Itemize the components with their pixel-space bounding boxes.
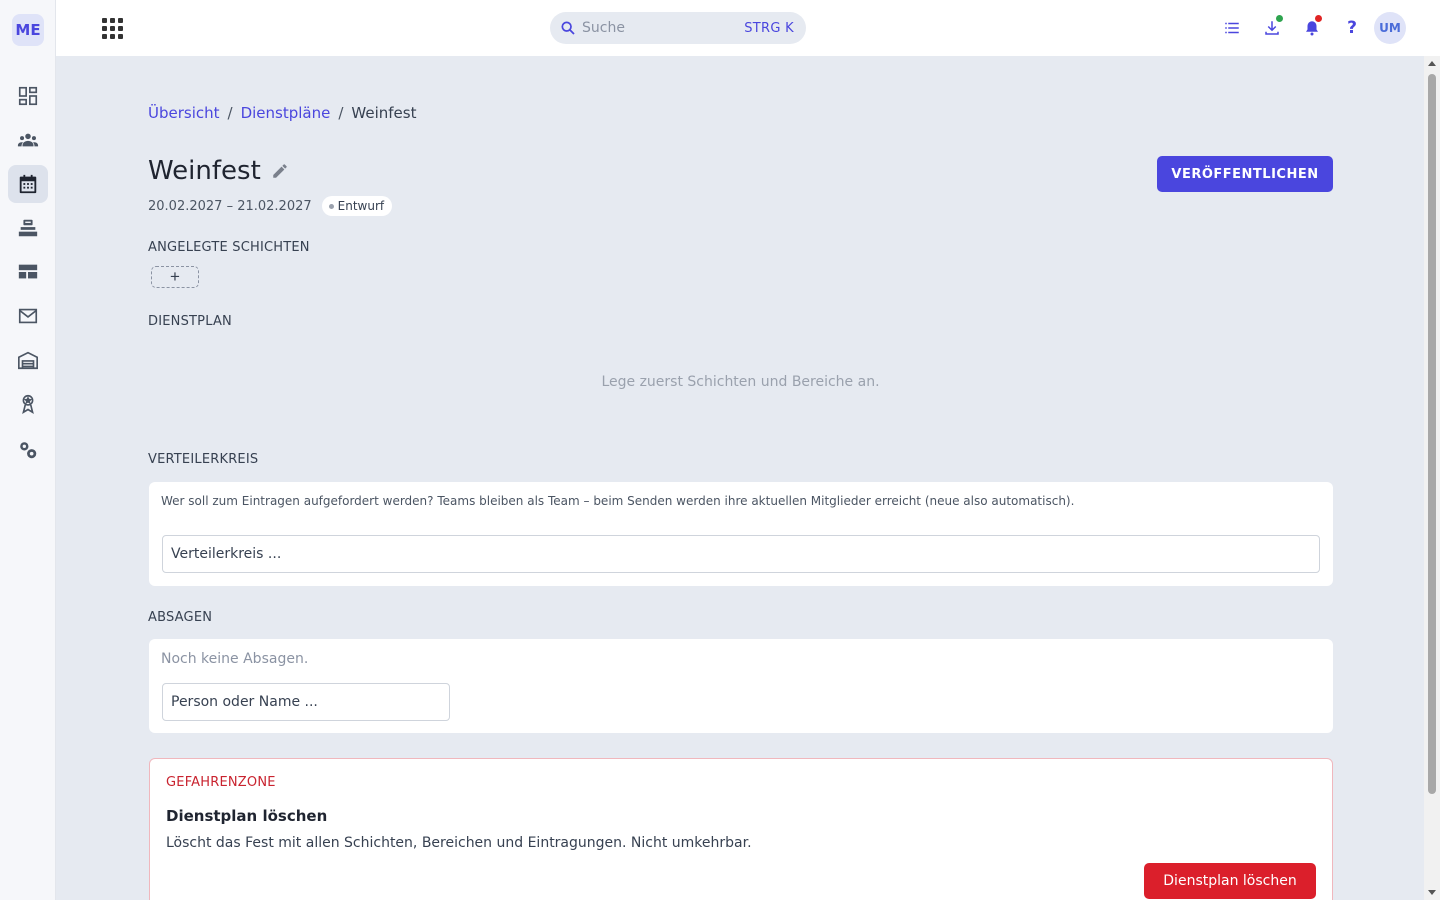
notification-dot <box>1315 15 1322 22</box>
edit-pencil-icon[interactable] <box>271 162 289 180</box>
page-title: Weinfest <box>148 156 261 186</box>
list-icon <box>1225 22 1239 34</box>
dashboard-icon <box>18 86 38 106</box>
avatar[interactable]: UM <box>1374 12 1406 44</box>
status-dot <box>1276 15 1283 22</box>
roster-section-title: DIENSTPLAN <box>148 314 232 329</box>
nav-awards[interactable] <box>8 385 48 423</box>
warehouse-icon <box>18 351 38 370</box>
nav-people[interactable] <box>8 121 48 159</box>
nav-warehouse[interactable] <box>8 341 48 379</box>
delete-roster-button[interactable]: Dienstplan löschen <box>1144 863 1316 899</box>
nav-inventory[interactable] <box>8 209 48 247</box>
status-dot <box>328 203 334 209</box>
add-shift-button[interactable]: + <box>151 266 199 288</box>
task-list-button[interactable] <box>1220 16 1244 40</box>
danger-zone-description: Löscht das Fest mit allen Schichten, Ber… <box>166 835 752 851</box>
nav-mail[interactable] <box>8 297 48 335</box>
notifications-button[interactable] <box>1300 15 1324 40</box>
breadcrumb: Übersicht / Dienstpläne / Weinfest <box>148 104 416 122</box>
mail-icon <box>18 308 38 324</box>
settings-icon <box>20 442 37 459</box>
org-logo[interactable]: ME <box>12 14 44 46</box>
danger-zone-label: GEFAHRENZONE <box>166 775 276 790</box>
search-icon <box>561 21 575 35</box>
award-icon <box>22 394 34 414</box>
title-row: Weinfest <box>148 156 289 186</box>
nav-settings[interactable] <box>8 431 48 469</box>
breadcrumb-rosters[interactable]: Dienstpläne <box>241 104 331 122</box>
scroll-up-icon[interactable] <box>1428 61 1436 66</box>
nav-dashboard[interactable] <box>8 77 48 115</box>
nav-rosters[interactable] <box>8 165 48 203</box>
cancellations-card: Noch keine Absagen. Person oder Name ... <box>149 639 1333 733</box>
meta-row: 20.02.2027 – 21.02.2027 Entwurf <box>148 196 393 216</box>
status-badge: Entwurf <box>321 196 393 216</box>
cancellations-empty-text: Noch keine Absagen. <box>161 651 309 667</box>
left-rail: ME <box>0 0 56 900</box>
cancellations-section-title: ABSAGEN <box>148 610 213 625</box>
scroll-thumb[interactable] <box>1428 74 1436 794</box>
inbox-stack-icon <box>18 219 38 237</box>
calendar-icon <box>19 174 37 194</box>
app-launcher-icon[interactable] <box>100 16 124 40</box>
nav-tables[interactable] <box>8 253 48 291</box>
danger-zone-heading: Dienstplan löschen <box>166 807 328 825</box>
search-input[interactable]: Suche <box>582 20 744 36</box>
shifts-section-title: ANGELEGTE SCHICHTEN <box>148 240 310 255</box>
danger-zone: GEFAHRENZONE Dienstplan löschen Löscht d… <box>149 758 1333 900</box>
breadcrumb-separator: / <box>227 104 233 122</box>
search-shortcut: STRG K <box>744 20 794 36</box>
downloads-button[interactable] <box>1260 15 1284 40</box>
distribution-section-title: VERTEILERKREIS <box>148 452 259 467</box>
scroll-down-icon[interactable] <box>1428 890 1436 895</box>
distribution-help-text: Wer soll zum Eintragen aufgefordert werd… <box>161 494 1075 508</box>
table-icon <box>18 264 38 279</box>
publish-button[interactable]: VERÖFFENTLICHEN <box>1157 156 1333 192</box>
search-bar[interactable]: Suche STRG K <box>550 12 806 44</box>
status-label: Entwurf <box>337 199 385 213</box>
help-icon[interactable]: ? <box>1340 16 1364 40</box>
breadcrumb-current: Weinfest <box>351 104 417 122</box>
breadcrumb-overview[interactable]: Übersicht <box>148 104 220 122</box>
distribution-card: Wer soll zum Eintragen aufgefordert werd… <box>149 482 1333 586</box>
breadcrumb-separator: / <box>338 104 344 122</box>
person-input[interactable]: Person oder Name ... <box>162 683 450 721</box>
distribution-input[interactable]: Verteilerkreis ... <box>162 535 1320 573</box>
roster-empty-hint: Lege zuerst Schichten und Bereiche an. <box>601 374 880 390</box>
date-range: 20.02.2027 – 21.02.2027 <box>148 198 312 214</box>
top-bar: Suche STRG K ? UM <box>56 0 1440 56</box>
scrollbar[interactable] <box>1424 56 1440 900</box>
people-icon <box>17 133 39 147</box>
